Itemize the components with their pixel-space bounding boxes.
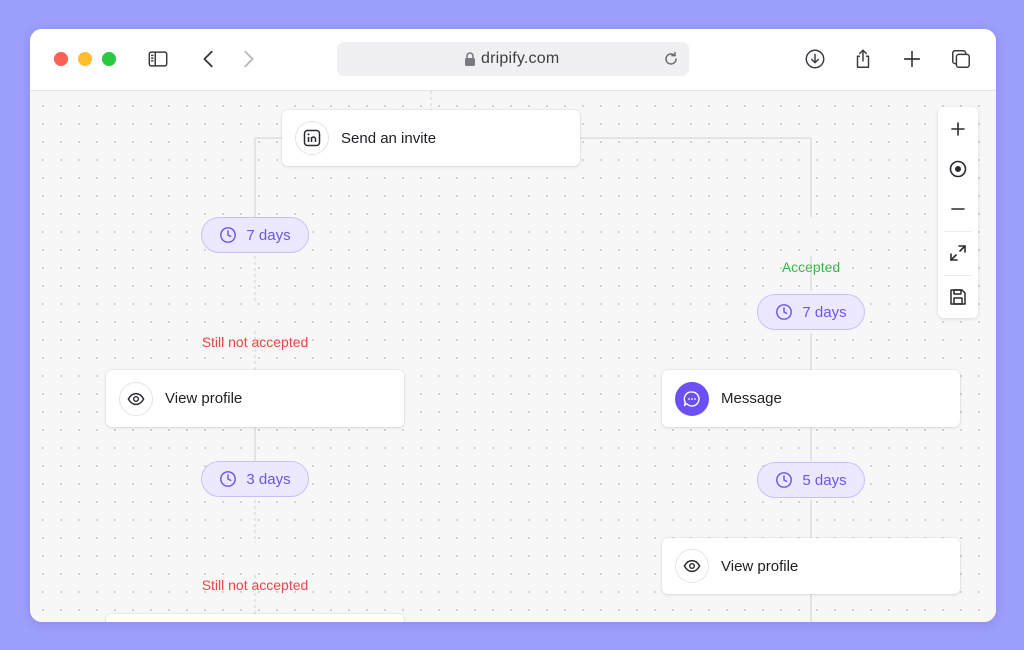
condition-label-left-2: Still not accepted — [201, 577, 309, 593]
zoom-out-icon[interactable] — [938, 189, 978, 229]
condition-label-right: Accepted — [781, 259, 841, 275]
node-message[interactable]: Message — [662, 370, 960, 427]
clock-icon — [776, 304, 793, 320]
maximize-window-button[interactable] — [102, 52, 116, 66]
save-icon[interactable] — [938, 277, 978, 317]
eye-icon — [119, 381, 153, 416]
delay-pill-right-1[interactable]: 7 days — [757, 294, 865, 330]
controls-divider — [944, 275, 972, 276]
canvas-controls — [938, 107, 978, 318]
forward-icon[interactable] — [235, 46, 261, 72]
download-icon[interactable] — [802, 46, 828, 72]
node-view-profile-right[interactable]: View profile — [662, 538, 960, 594]
message-icon — [675, 381, 709, 416]
back-icon[interactable] — [196, 46, 222, 72]
delay-label: 3 days — [246, 470, 291, 488]
linkedin-icon — [295, 121, 329, 155]
delay-label: 7 days — [246, 226, 291, 244]
tabs-overview-icon[interactable] — [948, 46, 974, 72]
browser-window: dripify.com Send an invite 7 days Still … — [30, 29, 996, 622]
url-text: dripify.com — [481, 50, 560, 67]
node-next-step-left[interactable] — [106, 614, 404, 622]
eye-icon — [675, 549, 709, 583]
clock-icon — [776, 472, 793, 488]
node-label: View profile — [165, 390, 243, 407]
condition-label-left-1: Still not accepted — [201, 334, 309, 350]
node-label: Message — [721, 390, 782, 407]
delay-pill-right-2[interactable]: 5 days — [757, 462, 865, 498]
recenter-icon[interactable] — [938, 149, 978, 189]
clock-icon — [220, 471, 237, 487]
zoom-in-icon[interactable] — [938, 109, 978, 149]
browser-toolbar: dripify.com — [30, 29, 996, 91]
node-view-profile-left[interactable]: View profile — [106, 370, 404, 427]
fit-screen-icon[interactable] — [938, 233, 978, 273]
delay-label: 5 days — [802, 471, 847, 489]
address-bar[interactable]: dripify.com — [337, 42, 689, 76]
delay-pill-left-2[interactable]: 3 days — [201, 461, 309, 497]
close-window-button[interactable] — [54, 52, 68, 66]
new-tab-icon[interactable] — [899, 46, 925, 72]
delay-label: 7 days — [802, 303, 847, 321]
share-icon[interactable] — [850, 46, 876, 72]
delay-pill-left-1[interactable]: 7 days — [201, 217, 309, 253]
clock-icon — [220, 227, 237, 243]
sidebar-icon[interactable] — [145, 46, 171, 72]
workflow-canvas[interactable]: Send an invite 7 days Still not accepted… — [30, 91, 996, 622]
minimize-window-button[interactable] — [78, 52, 92, 66]
node-label: Send an invite — [341, 129, 437, 147]
node-send-invite[interactable]: Send an invite — [282, 110, 580, 166]
controls-divider — [944, 231, 972, 232]
lock-icon — [465, 52, 475, 66]
reload-icon[interactable] — [663, 51, 679, 67]
node-label: View profile — [721, 557, 799, 575]
